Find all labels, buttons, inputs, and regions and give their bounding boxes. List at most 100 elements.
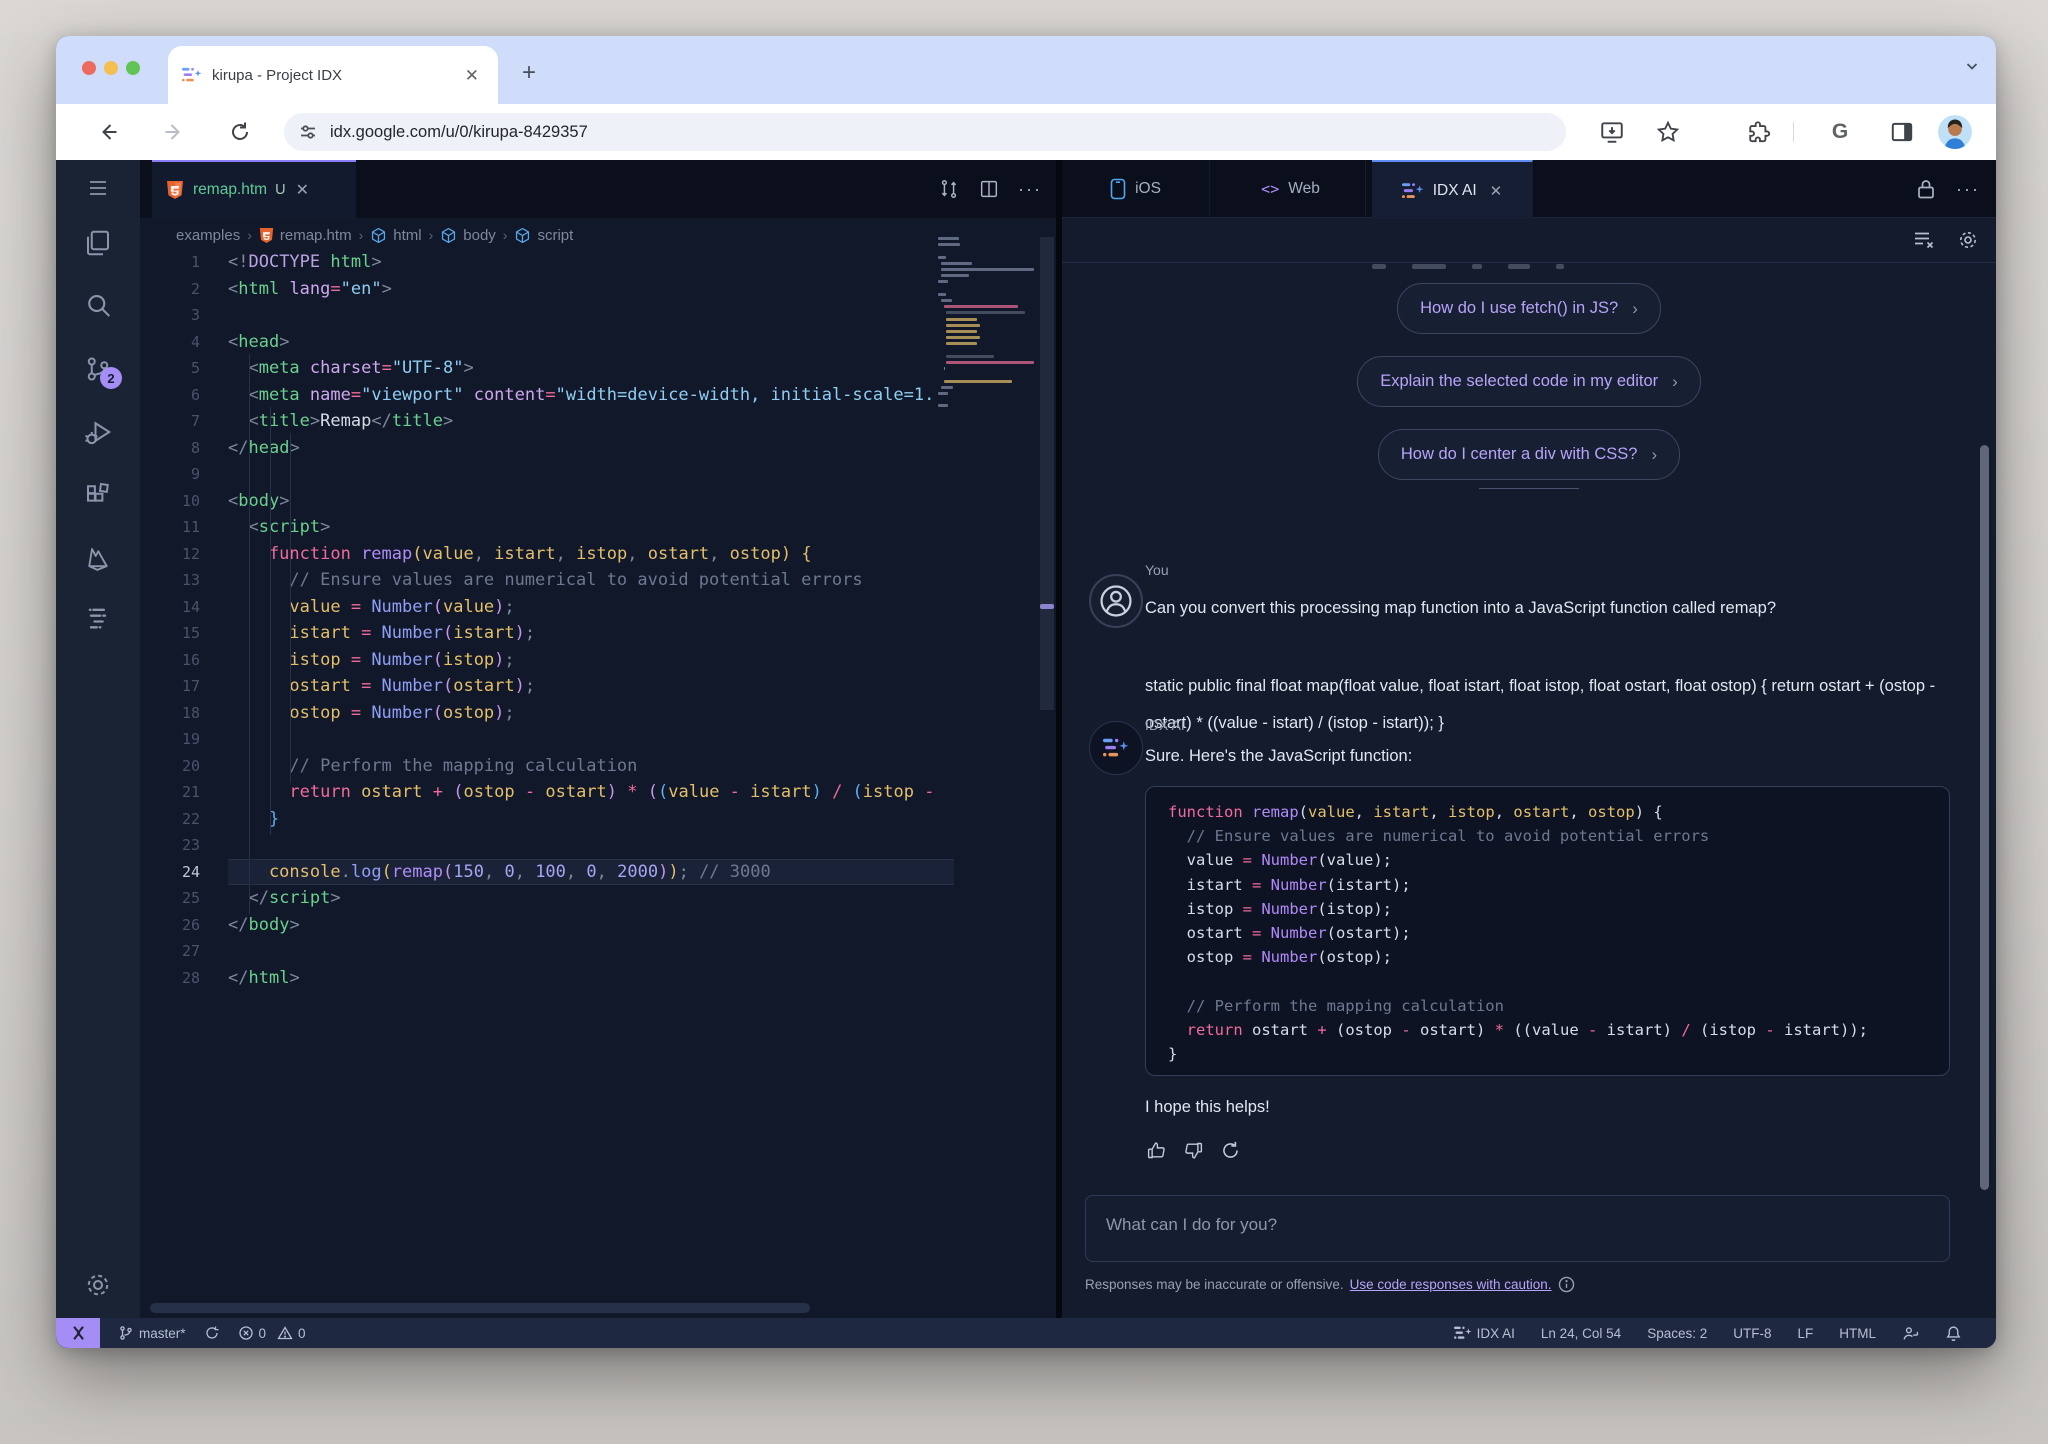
notifications-bell-icon[interactable]: [1945, 1325, 1962, 1342]
code-line[interactable]: 2<html lang="en">: [140, 276, 954, 303]
feedback-icon[interactable]: [1902, 1325, 1919, 1342]
panel-more-actions-icon[interactable]: ···: [1956, 179, 1980, 200]
idx-ai-activity-icon[interactable]: [56, 596, 140, 640]
close-window-button[interactable]: [82, 61, 96, 75]
lock-icon[interactable]: [1916, 178, 1936, 200]
settings-gear-icon[interactable]: [56, 1263, 140, 1307]
indentation-setting[interactable]: Spaces: 2: [1647, 1326, 1707, 1341]
cursor-position[interactable]: Ln 24, Col 54: [1541, 1326, 1621, 1341]
site-settings-icon[interactable]: [298, 122, 318, 142]
editor-tab-close-icon[interactable]: ✕: [296, 180, 309, 200]
editor-scrollbar-vertical[interactable]: [1038, 160, 1056, 1318]
eol-setting[interactable]: LF: [1797, 1326, 1813, 1341]
new-tab-button[interactable]: +: [514, 58, 544, 88]
tab-web[interactable]: <> Web: [1216, 160, 1366, 218]
code-line[interactable]: 16 istop = Number(istop);: [140, 647, 954, 674]
suggestion-chip[interactable]: How do I center a div with CSS?›: [1378, 429, 1680, 480]
code-line[interactable]: 20 // Perform the mapping calculation: [140, 753, 954, 780]
forward-icon[interactable]: [160, 118, 188, 146]
ai-code-block[interactable]: function remap(value, istart, istop, ost…: [1145, 786, 1950, 1076]
code-line[interactable]: 13 // Ensure values are numerical to avo…: [140, 567, 954, 594]
scrollbar-thumb[interactable]: [1040, 237, 1054, 710]
code-line[interactable]: 3: [140, 302, 954, 329]
git-branch-status[interactable]: master*: [118, 1325, 186, 1341]
tab-search-chevron-icon[interactable]: [1964, 58, 1980, 74]
source-control-icon[interactable]: 2: [56, 347, 140, 391]
search-icon[interactable]: [56, 284, 140, 328]
google-icon[interactable]: G: [1826, 118, 1854, 146]
menu-hamburger-icon[interactable]: [56, 166, 140, 210]
back-icon[interactable]: [94, 118, 122, 146]
problems-status[interactable]: 0 0: [238, 1325, 306, 1341]
editor-scrollbar-horizontal[interactable]: [150, 1303, 810, 1313]
explorer-icon[interactable]: [56, 221, 140, 265]
minimize-window-button[interactable]: [104, 61, 118, 75]
chat-scrollbar[interactable]: [1980, 445, 1989, 1190]
clear-chat-icon[interactable]: [1912, 229, 1936, 251]
code-line[interactable]: 12 function remap(value, istart, istop, …: [140, 541, 954, 568]
chat-input[interactable]: [1086, 1196, 1949, 1248]
profile-avatar[interactable]: [1938, 115, 1972, 149]
tab-close-icon[interactable]: ✕: [460, 64, 484, 87]
code-line[interactable]: 8</head>: [140, 435, 954, 462]
code-line[interactable]: 21 return ostart + (ostop - ostart) * ((…: [140, 779, 954, 806]
extensions-panel-icon[interactable]: [56, 473, 140, 517]
code-line[interactable]: 4<head>: [140, 329, 954, 356]
code-editor[interactable]: 1<!DOCTYPE html>2<html lang="en">34<head…: [140, 249, 954, 991]
address-bar[interactable]: idx.google.com/u/0/kirupa-8429357: [284, 113, 1566, 151]
tab-close-icon[interactable]: ✕: [1490, 182, 1503, 200]
code-line[interactable]: 27: [140, 938, 954, 965]
window-controls[interactable]: [82, 61, 140, 75]
zoom-window-button[interactable]: [126, 61, 140, 75]
code-line[interactable]: 25 </script>: [140, 885, 954, 912]
encoding-setting[interactable]: UTF-8: [1733, 1326, 1771, 1341]
status-idx-ai[interactable]: IDX AI: [1454, 1325, 1515, 1341]
code-line[interactable]: 18 ostop = Number(ostop);: [140, 700, 954, 727]
disclaimer-link[interactable]: Use code responses with caution.: [1350, 1277, 1552, 1292]
code-line[interactable]: 11 <script>: [140, 514, 954, 541]
code-line[interactable]: 7 <title>Remap</title>: [140, 408, 954, 435]
thumbs-down-icon[interactable]: [1183, 1140, 1204, 1161]
language-mode[interactable]: HTML: [1839, 1326, 1876, 1341]
breadcrumb[interactable]: examples›remap.htm›html›body›script: [176, 218, 573, 252]
bookmark-star-icon[interactable]: [1654, 118, 1682, 146]
code-line[interactable]: 17 ostart = Number(ostart);: [140, 673, 954, 700]
open-changes-icon[interactable]: [938, 178, 960, 200]
run-debug-icon[interactable]: [56, 410, 140, 454]
breadcrumb-item[interactable]: script: [514, 227, 573, 244]
split-editor-icon[interactable]: [978, 178, 1000, 200]
code-line[interactable]: 1<!DOCTYPE html>: [140, 249, 954, 276]
code-line[interactable]: 28</html>: [140, 965, 954, 992]
code-line[interactable]: 15 istart = Number(istart);: [140, 620, 954, 647]
code-line[interactable]: 10<body>: [140, 488, 954, 515]
editor-tab-remap[interactable]: remap.htm U ✕: [152, 160, 356, 218]
tab-idx-ai[interactable]: IDX AI ✕: [1372, 160, 1533, 219]
code-line[interactable]: 26</body>: [140, 912, 954, 939]
breadcrumb-item[interactable]: html: [370, 227, 421, 244]
code-line[interactable]: 5 <meta charset="UTF-8">: [140, 355, 954, 382]
code-line[interactable]: 14 value = Number(value);: [140, 594, 954, 621]
code-line[interactable]: 9: [140, 461, 954, 488]
thumbs-up-icon[interactable]: [1146, 1140, 1167, 1161]
code-line[interactable]: 22 }: [140, 806, 954, 833]
reload-icon[interactable]: [226, 118, 254, 146]
code-line[interactable]: 6 <meta name="viewport" content="width=d…: [140, 382, 954, 409]
tab-ios[interactable]: iOS: [1062, 160, 1210, 218]
regenerate-icon[interactable]: [1220, 1140, 1241, 1161]
breadcrumb-item[interactable]: remap.htm: [259, 227, 352, 244]
code-line[interactable]: 19: [140, 726, 954, 753]
suggestion-chip[interactable]: Explain the selected code in my editor›: [1357, 356, 1701, 407]
remote-indicator[interactable]: [56, 1318, 100, 1348]
code-line[interactable]: 24 console.log(remap(150, 0, 100, 0, 200…: [140, 859, 954, 886]
chat-settings-gear-icon[interactable]: [1956, 228, 1980, 252]
suggestion-chip[interactable]: How do I use fetch() in JS?›: [1397, 283, 1661, 334]
browser-tab[interactable]: kirupa - Project IDX ✕: [168, 46, 498, 104]
extensions-icon[interactable]: [1746, 118, 1774, 146]
breadcrumb-item[interactable]: body: [440, 227, 496, 244]
breadcrumb-item[interactable]: examples: [176, 227, 240, 244]
firebase-icon[interactable]: [56, 536, 140, 580]
side-panel-icon[interactable]: [1888, 118, 1916, 146]
install-app-icon[interactable]: [1598, 118, 1626, 146]
sync-status[interactable]: [204, 1325, 220, 1341]
chrome-menu-icon[interactable]: [1984, 118, 1996, 146]
